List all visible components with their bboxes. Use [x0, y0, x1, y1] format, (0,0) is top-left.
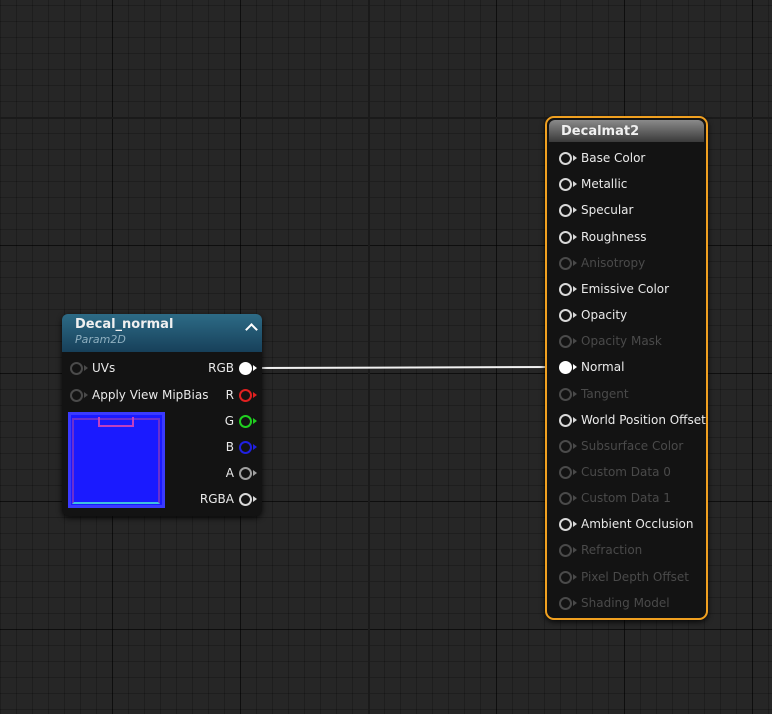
output-row-rgba[interactable]: RGBA	[199, 490, 257, 508]
uvs-pin-icon[interactable]	[70, 361, 88, 375]
output-row-a[interactable]: A	[225, 464, 257, 482]
material-pin-label: Roughness	[581, 230, 647, 244]
material-input-pin-icon[interactable]	[559, 570, 577, 584]
material-pin-row[interactable]: Refraction	[559, 541, 642, 559]
material-pin-row[interactable]: Opacity Mask	[559, 332, 662, 350]
material-input-pin-icon[interactable]	[559, 491, 577, 505]
material-pin-label: Anisotropy	[581, 256, 646, 270]
output-label-b: B	[225, 440, 234, 454]
g-output-pin-icon[interactable]	[239, 414, 257, 428]
pin-row-uvs[interactable]: UVs	[70, 359, 115, 377]
material-pin-label: Pixel Depth Offset	[581, 570, 689, 584]
material-pin-label: Base Color	[581, 151, 646, 165]
material-pin-label: Metallic	[581, 177, 628, 191]
material-pin-row[interactable]: Subsurface Color	[559, 437, 683, 455]
material-pin-row[interactable]: Ambient Occlusion	[559, 515, 693, 533]
material-input-pin-icon[interactable]	[559, 465, 577, 479]
material-pin-label: Specular	[581, 203, 634, 217]
pin-label-uvs: UVs	[92, 361, 116, 375]
material-input-pin-icon[interactable]	[559, 517, 577, 531]
material-pin-row[interactable]: Metallic	[559, 175, 627, 193]
texture-node-subtitle: Param2D	[75, 333, 126, 346]
output-label-rgb: RGB	[208, 361, 234, 375]
output-label-a: A	[225, 466, 234, 480]
material-pin-label: Custom Data 1	[581, 491, 671, 505]
material-input-pin-icon[interactable]	[559, 439, 577, 453]
material-input-pin-icon[interactable]	[559, 282, 577, 296]
material-pin-row[interactable]: Pixel Depth Offset	[559, 568, 689, 586]
material-pin-row[interactable]: Roughness	[559, 228, 646, 246]
r-output-pin-icon[interactable]	[239, 388, 257, 402]
material-node-title: Decalmat2	[561, 124, 640, 139]
texture-node-header[interactable]: Decal_normal Param2D	[62, 314, 262, 352]
a-output-pin-icon[interactable]	[239, 466, 257, 480]
thumbnail-inner-frame	[72, 418, 160, 504]
material-pin-label: Normal	[581, 360, 625, 374]
material-pin-label: Refraction	[581, 543, 643, 557]
material-pin-row[interactable]: Anisotropy	[559, 254, 645, 272]
material-pin-label: Subsurface Color	[581, 439, 684, 453]
material-pin-label: World Position Offset	[581, 413, 706, 427]
thumbnail-tab	[98, 417, 134, 427]
material-input-pin-icon[interactable]	[559, 543, 577, 557]
material-result-node[interactable]: Decalmat2 Base Color Metallic Specular Roug…	[545, 116, 708, 620]
material-input-pin-icon[interactable]	[559, 360, 577, 374]
rgba-output-pin-icon[interactable]	[239, 492, 257, 506]
material-pin-row[interactable]: Shading Model	[559, 594, 670, 612]
mipbias-pin-icon[interactable]	[70, 388, 88, 402]
material-input-pin-icon[interactable]	[559, 151, 577, 165]
material-input-pin-icon[interactable]	[559, 256, 577, 270]
texture-node-title: Decal_normal	[75, 317, 174, 332]
material-input-pin-icon[interactable]	[559, 596, 577, 610]
output-label-rgba: RGBA	[199, 492, 234, 506]
pin-row-apply-view-mipbias[interactable]: Apply View MipBias	[70, 386, 208, 404]
material-pin-row[interactable]: Custom Data 0	[559, 463, 671, 481]
material-input-pin-icon[interactable]	[559, 230, 577, 244]
output-label-g: G	[224, 414, 234, 428]
material-pin-label: Custom Data 0	[581, 465, 671, 479]
material-pin-row[interactable]: Base Color	[559, 149, 645, 167]
material-input-pin-icon[interactable]	[559, 203, 577, 217]
output-row-r[interactable]: R	[225, 386, 257, 404]
b-output-pin-icon[interactable]	[239, 440, 257, 454]
output-row-rgb[interactable]: RGB	[208, 359, 257, 377]
output-row-g[interactable]: G	[224, 412, 257, 430]
material-pin-row[interactable]: World Position Offset	[559, 411, 706, 429]
material-pin-label: Ambient Occlusion	[581, 517, 694, 531]
material-node-header[interactable]: Decalmat2	[549, 120, 704, 142]
material-pin-label: Shading Model	[581, 596, 670, 610]
material-input-pin-icon[interactable]	[559, 308, 577, 322]
material-input-pin-icon[interactable]	[559, 177, 577, 191]
output-label-r: R	[225, 388, 234, 402]
material-pin-label: Opacity Mask	[581, 334, 662, 348]
texture-param-node[interactable]: Decal_normal Param2D UVs Apply View MipB…	[62, 314, 262, 516]
rgb-output-pin-icon[interactable]	[239, 361, 257, 375]
material-input-pin-icon[interactable]	[559, 387, 577, 401]
material-pin-label: Emissive Color	[581, 282, 670, 296]
material-pin-row[interactable]: Opacity	[559, 306, 627, 324]
output-row-b[interactable]: B	[225, 438, 257, 456]
material-input-pin-icon[interactable]	[559, 334, 577, 348]
material-input-pin-icon[interactable]	[559, 413, 577, 427]
material-pin-row[interactable]: Custom Data 1	[559, 489, 671, 507]
material-pin-row[interactable]: Specular	[559, 201, 633, 219]
material-pin-row[interactable]: Normal	[559, 358, 624, 376]
material-pin-row[interactable]: Emissive Color	[559, 280, 669, 298]
pin-label-mipbias: Apply View MipBias	[92, 388, 209, 402]
material-pin-label: Opacity	[581, 308, 628, 322]
texture-thumbnail	[68, 412, 165, 508]
material-pin-label: Tangent	[581, 387, 629, 401]
material-pin-row[interactable]: Tangent	[559, 385, 629, 403]
rgb-to-normal-wire	[251, 366, 561, 369]
